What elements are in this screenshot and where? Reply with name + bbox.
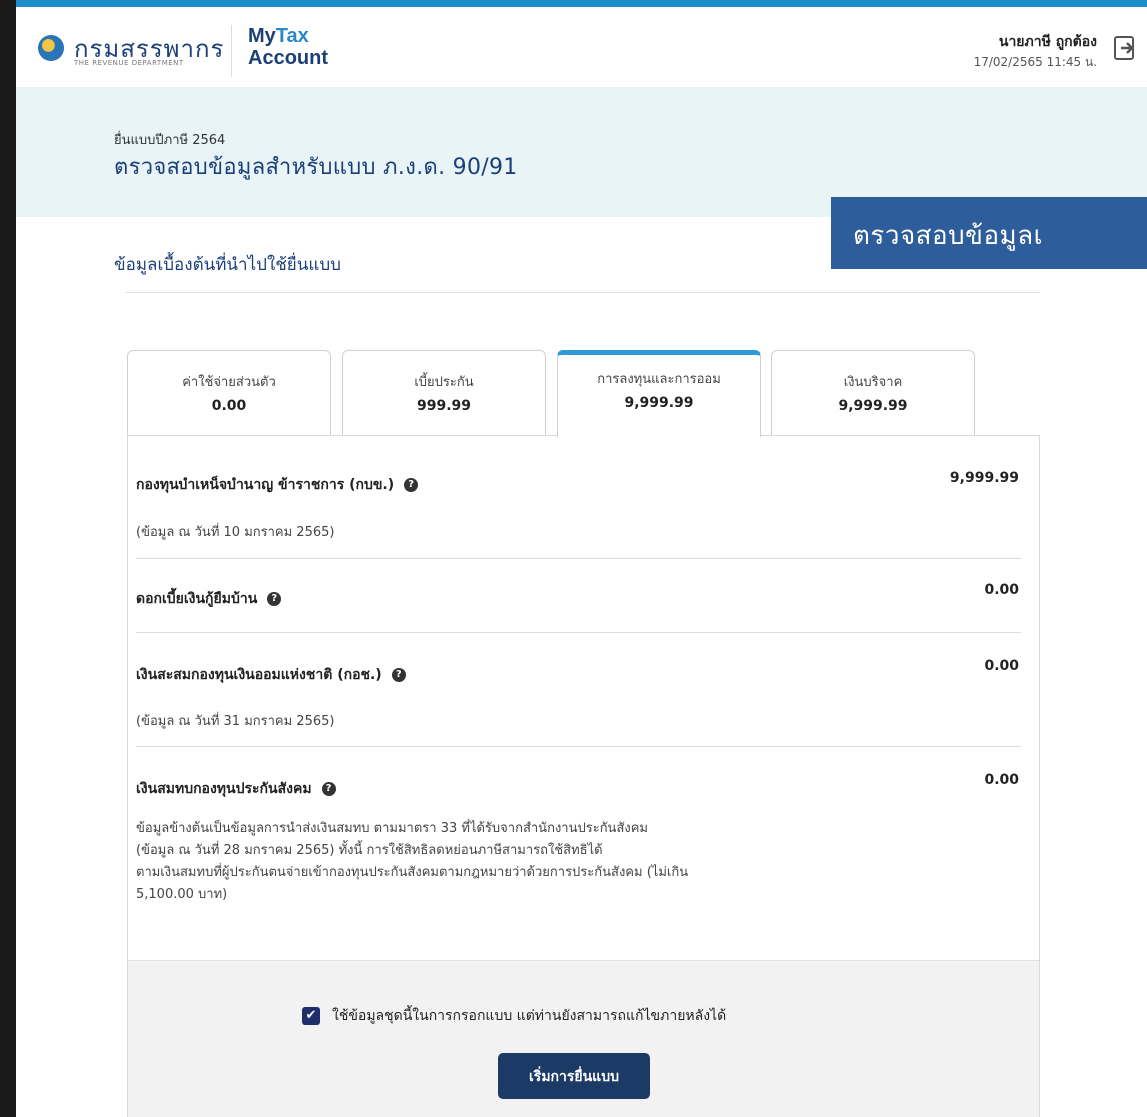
help-icon[interactable]: ? (404, 478, 419, 492)
logo-subtitle: THE REVENUE DEPARTMENT (74, 59, 184, 67)
logo-divider (231, 25, 232, 77)
note-line: (ข้อมูล ณ วันที่ 28 มกราคม 2565) ทั้งนี้… (136, 843, 603, 858)
item-divider (136, 632, 1021, 633)
item-note-social-security: ข้อมูลข้างต้นเป็นข้อมูลการนำส่งเงินสมทบ … (136, 818, 688, 906)
item-label: เงินสะสมกองทุนเงินออมแห่งชาติ (กอช.) (136, 667, 382, 683)
tab-label: การลงทุนและการออม (597, 372, 721, 387)
item-divider (136, 746, 1021, 747)
app-name-account: Account (248, 47, 328, 69)
section-divider (126, 292, 1040, 293)
help-icon[interactable]: ? (267, 592, 282, 606)
header: กรมสรรพากร THE REVENUE DEPARTMENT MyTax … (16, 7, 1147, 87)
tab-label: ค่าใช้จ่ายส่วนตัว (182, 375, 276, 390)
item-title-social-security: เงินสมทบกองทุนประกันสังคม? (136, 778, 336, 800)
item-label: กองทุนบำเหน็จบำนาญ ข้าราชการ (กบข.) (136, 477, 395, 493)
help-icon[interactable]: ? (321, 782, 336, 796)
tax-year-subtitle: ยื่นแบบปีภาษี 2564 (114, 133, 226, 148)
logout-icon[interactable] (1113, 33, 1137, 63)
item-note-gpf: (ข้อมูล ณ วันที่ 10 มกราคม 2565) (136, 525, 335, 540)
tab-investment-savings[interactable]: การลงทุนและการออม 9,999.99 (557, 350, 761, 437)
item-note-nsf: (ข้อมูล ณ วันที่ 31 มกราคม 2565) (136, 714, 335, 729)
tab-personal-expenses[interactable]: ค่าใช้จ่ายส่วนตัว 0.00 (127, 350, 331, 436)
section-title: ข้อมูลเบื้องต้นที่นำไปใช้ยื่นแบบ (114, 255, 341, 275)
tab-label: เบี้ยประกัน (414, 375, 474, 390)
tab-content-panel: กองทุนบำเหน็จบำนาญ ข้าราชการ (กบข.)? 9,9… (127, 435, 1040, 1117)
item-divider (136, 558, 1021, 559)
item-value-social-security: 0.00 (984, 772, 1019, 788)
app-name-my: My (248, 25, 276, 47)
item-label: เงินสมทบกองทุนประกันสังคม (136, 781, 312, 797)
item-label: ดอกเบี้ยเงินกู้ยืมบ้าน (136, 591, 258, 607)
tab-label: เงินบริจาค (843, 375, 903, 390)
note-line: ข้อมูลข้างต้นเป็นข้อมูลการนำส่งเงินสมทบ … (136, 821, 648, 836)
overlay-caption: ตรวจสอบข้อมูลเ (831, 197, 1147, 269)
start-filing-button[interactable]: เริ่มการยื่นแบบ (498, 1053, 650, 1099)
tab-value: 999.99 (416, 398, 472, 414)
tab-insurance-premium[interactable]: เบี้ยประกัน 999.99 (342, 350, 546, 436)
tab-value: 9,999.99 (838, 398, 908, 414)
item-value-nsf: 0.00 (984, 658, 1019, 674)
user-name: นายภาษี ถูกต้อง (998, 34, 1097, 50)
item-title-home-loan-interest: ดอกเบี้ยเงินกู้ยืมบ้าน? (136, 588, 282, 610)
app-name[interactable]: MyTax Account (248, 25, 328, 69)
revenue-department-logo-icon[interactable] (38, 35, 64, 61)
tab-donations[interactable]: เงินบริจาค 9,999.99 (771, 350, 975, 436)
checkbox-checked-icon[interactable]: ✔ (302, 1007, 320, 1025)
consent-text: ใช้ข้อมูลชุดนี้ในการกรอกแบบ แต่ท่านยังสา… (332, 1008, 727, 1024)
consent-row[interactable]: ✔ ใช้ข้อมูลชุดนี้ในการกรอกแบบ แต่ท่านยังส… (302, 1005, 726, 1027)
left-edge-bar (0, 0, 16, 1117)
page-title: ตรวจสอบข้อมูลสำหรับแบบ ภ.ง.ด. 90/91 (114, 155, 518, 180)
tab-value: 9,999.99 (624, 395, 694, 411)
note-line: ตามเงินสมทบที่ผู้ประกันตนจ่ายเข้ากองทุนป… (136, 865, 689, 880)
top-accent-bar (0, 0, 1147, 7)
item-value-gpf: 9,999.99 (949, 470, 1019, 486)
panel-footer: ✔ ใช้ข้อมูลชุดนี้ในการกรอกแบบ แต่ท่านยังส… (128, 960, 1039, 1117)
login-time: 17/02/2565 11:45 น. (973, 55, 1097, 69)
tab-value: 0.00 (211, 398, 247, 414)
app-name-tax: Tax (275, 25, 309, 47)
item-title-nsf: เงินสะสมกองทุนเงินออมแห่งชาติ (กอช.)? (136, 664, 406, 686)
note-line: 5,100.00 บาท) (136, 887, 228, 902)
item-value-home-loan-interest: 0.00 (984, 582, 1019, 598)
item-title-gpf: กองทุนบำเหน็จบำนาญ ข้าราชการ (กบข.)? (136, 474, 419, 496)
help-icon[interactable]: ? (391, 668, 406, 682)
